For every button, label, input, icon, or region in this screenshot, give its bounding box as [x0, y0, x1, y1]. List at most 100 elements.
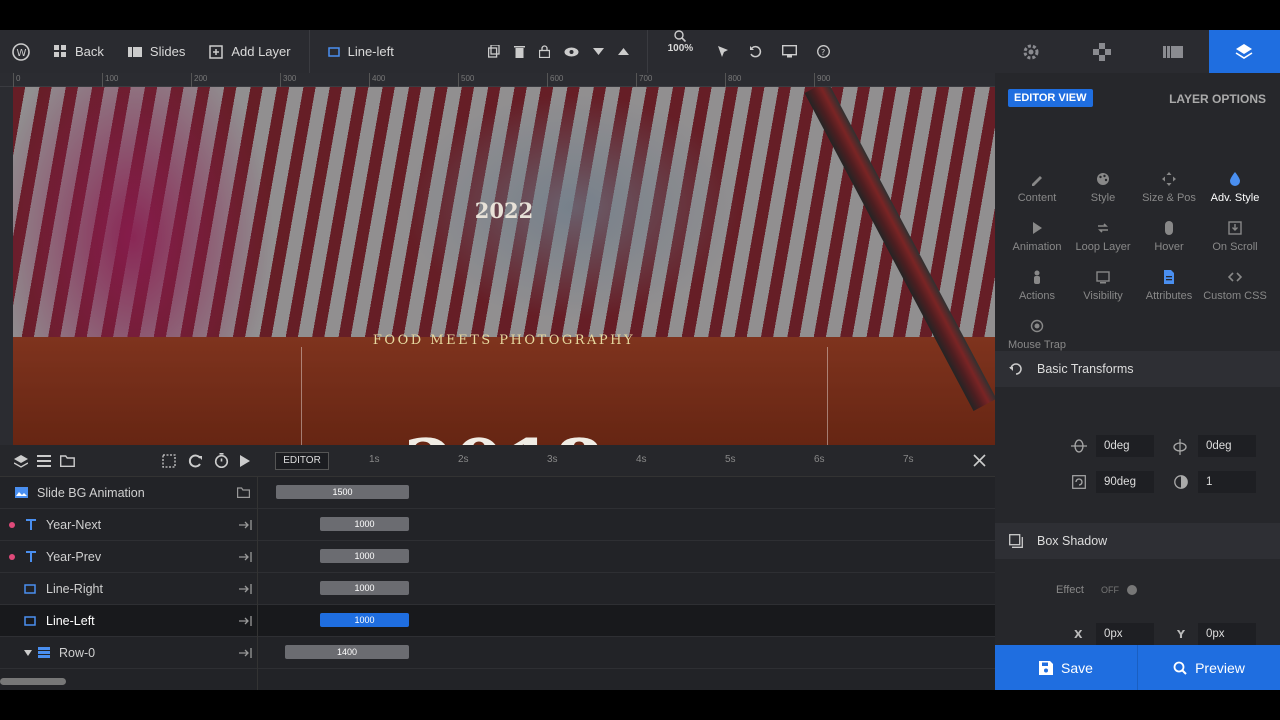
- option-custom-css[interactable]: Custom CSS: [1202, 270, 1268, 302]
- stopwatch-icon[interactable]: [214, 453, 229, 468]
- duration-bar[interactable]: 1000: [320, 517, 409, 531]
- timeline-scrollbar[interactable]: [0, 678, 66, 685]
- shadow-x-icon: X: [1074, 628, 1083, 640]
- rotate-y-field[interactable]: 0deg: [1198, 435, 1256, 457]
- option-visibility[interactable]: Visibility: [1070, 270, 1136, 302]
- ruler-tick: 400: [369, 73, 385, 87]
- save-button[interactable]: Save: [995, 645, 1137, 690]
- wordpress-button[interactable]: W: [0, 30, 42, 73]
- folder-icon[interactable]: [60, 455, 75, 467]
- ruler-tick: 600: [547, 73, 563, 87]
- slides-button[interactable]: Slides: [116, 30, 197, 73]
- duration-bar[interactable]: 1400: [285, 645, 409, 659]
- line-left-layer[interactable]: [301, 347, 302, 445]
- rotate-z-icon: [1072, 475, 1086, 489]
- option-animation[interactable]: Animation: [1004, 221, 1070, 253]
- palette-icon: [1097, 173, 1109, 185]
- opacity-field[interactable]: 1: [1198, 471, 1256, 493]
- ruler-tick: 0: [13, 73, 20, 87]
- visibility-icon: [1096, 271, 1110, 284]
- tab-layers[interactable]: [1208, 30, 1280, 73]
- loop-icon[interactable]: [188, 454, 203, 468]
- tab-navigation[interactable]: [1066, 30, 1137, 73]
- slides-label: Slides: [149, 44, 186, 59]
- option-loop-layer[interactable]: Loop Layer: [1070, 221, 1136, 253]
- option-attributes[interactable]: Attributes: [1136, 270, 1202, 302]
- layer-actions: [476, 30, 641, 73]
- help-icon[interactable]: ?: [817, 45, 831, 58]
- add-layer-button[interactable]: Add Layer: [197, 30, 302, 73]
- lock-icon[interactable]: [538, 45, 550, 58]
- option-label: Actions: [1018, 290, 1056, 302]
- option-actions[interactable]: Actions: [1004, 270, 1070, 302]
- chevron-down-icon[interactable]: [592, 48, 604, 55]
- option-adv-style[interactable]: Adv. Style: [1202, 172, 1268, 204]
- layers-icon[interactable]: [14, 455, 28, 468]
- option-label: Visibility: [1083, 290, 1123, 302]
- layer-options-title: LAYER OPTIONS: [1169, 92, 1266, 106]
- duration-bar[interactable]: 1500: [276, 485, 409, 499]
- duration-bar[interactable]: 1000: [320, 581, 409, 595]
- list-icon[interactable]: [37, 455, 51, 467]
- year-next-layer[interactable]: 2022: [13, 198, 995, 223]
- option-on-scroll[interactable]: On Scroll: [1202, 221, 1268, 253]
- current-layer-selector[interactable]: Line-left: [316, 30, 476, 73]
- effect-toggle[interactable]: OFF: [1101, 581, 1141, 599]
- crosshair-icon: [1030, 319, 1044, 333]
- editor-mode-button[interactable]: EDITOR: [275, 452, 329, 470]
- undo-icon[interactable]: [749, 45, 762, 58]
- rotate-z-field[interactable]: 90deg: [1096, 471, 1154, 493]
- year-prev-layer[interactable]: 2018: [13, 423, 995, 445]
- trash-icon[interactable]: [513, 45, 525, 58]
- selection-icon[interactable]: [162, 454, 176, 468]
- line-right-layer[interactable]: [827, 347, 828, 445]
- back-label: Back: [75, 44, 104, 59]
- grid-icon: [54, 45, 66, 57]
- zoom-value: 100%: [667, 43, 694, 54]
- option-label: Mouse Trap: [1007, 339, 1067, 351]
- eye-icon[interactable]: [564, 47, 579, 57]
- option-style[interactable]: Style: [1070, 172, 1136, 204]
- tab-slide[interactable]: [1138, 30, 1209, 73]
- wordpress-icon: W: [12, 42, 30, 61]
- ruler-tick: 700: [636, 73, 652, 87]
- back-button[interactable]: Back: [42, 30, 116, 73]
- option-hover[interactable]: Hover: [1136, 221, 1202, 253]
- preview-label: Preview: [1195, 659, 1245, 676]
- toolbar-divider: [308, 30, 310, 73]
- option-label: On Scroll: [1212, 241, 1258, 253]
- svg-text:X: X: [1074, 628, 1083, 640]
- close-icon[interactable]: [973, 454, 986, 467]
- shadow-x-field[interactable]: 0px: [1096, 623, 1154, 645]
- editor-view-badge[interactable]: EDITOR VIEW: [1008, 89, 1093, 107]
- timeline-second-label: 2s: [458, 454, 469, 465]
- pencil-icon: [1032, 176, 1042, 186]
- preview-button[interactable]: Preview: [1137, 645, 1280, 690]
- option-label: Animation: [1012, 241, 1062, 253]
- cursor-icon[interactable]: [717, 45, 729, 58]
- zoom-control[interactable]: 100%: [654, 30, 708, 73]
- option-content[interactable]: Content: [1004, 172, 1070, 204]
- timeline-second-label: 4s: [636, 454, 647, 465]
- desktop-icon[interactable]: [782, 45, 798, 58]
- basic-transforms-header[interactable]: Basic Transforms: [995, 351, 1280, 387]
- chevron-up-icon[interactable]: [617, 48, 629, 55]
- box-shadow-header[interactable]: Box Shadow: [995, 523, 1280, 559]
- duplicate-icon[interactable]: [487, 45, 500, 58]
- tagline-layer[interactable]: FOOD MEETS PHOTOGRAPHY: [13, 333, 995, 348]
- option-mouse-trap[interactable]: Mouse Trap: [1004, 319, 1070, 351]
- duration-bar[interactable]: 1000: [320, 549, 409, 563]
- rotate-x-field[interactable]: 0deg: [1096, 435, 1154, 457]
- tab-settings[interactable]: [995, 30, 1066, 73]
- duration-bar[interactable]: 1000: [320, 613, 409, 627]
- option-size-pos[interactable]: Size & Pos: [1136, 172, 1202, 204]
- shadow-y-field[interactable]: 0px: [1198, 623, 1256, 645]
- play-icon[interactable]: [240, 455, 250, 467]
- effect-value: OFF: [1101, 585, 1119, 595]
- play-icon: [1033, 222, 1042, 234]
- navigation-icon: [1092, 42, 1111, 61]
- box-shadow-title: Box Shadow: [1037, 534, 1108, 548]
- background-overlay: [13, 87, 995, 445]
- slide-canvas[interactable]: 2022 FOOD MEETS PHOTOGRAPHY 2018: [13, 87, 995, 445]
- ruler-tick: 300: [280, 73, 296, 87]
